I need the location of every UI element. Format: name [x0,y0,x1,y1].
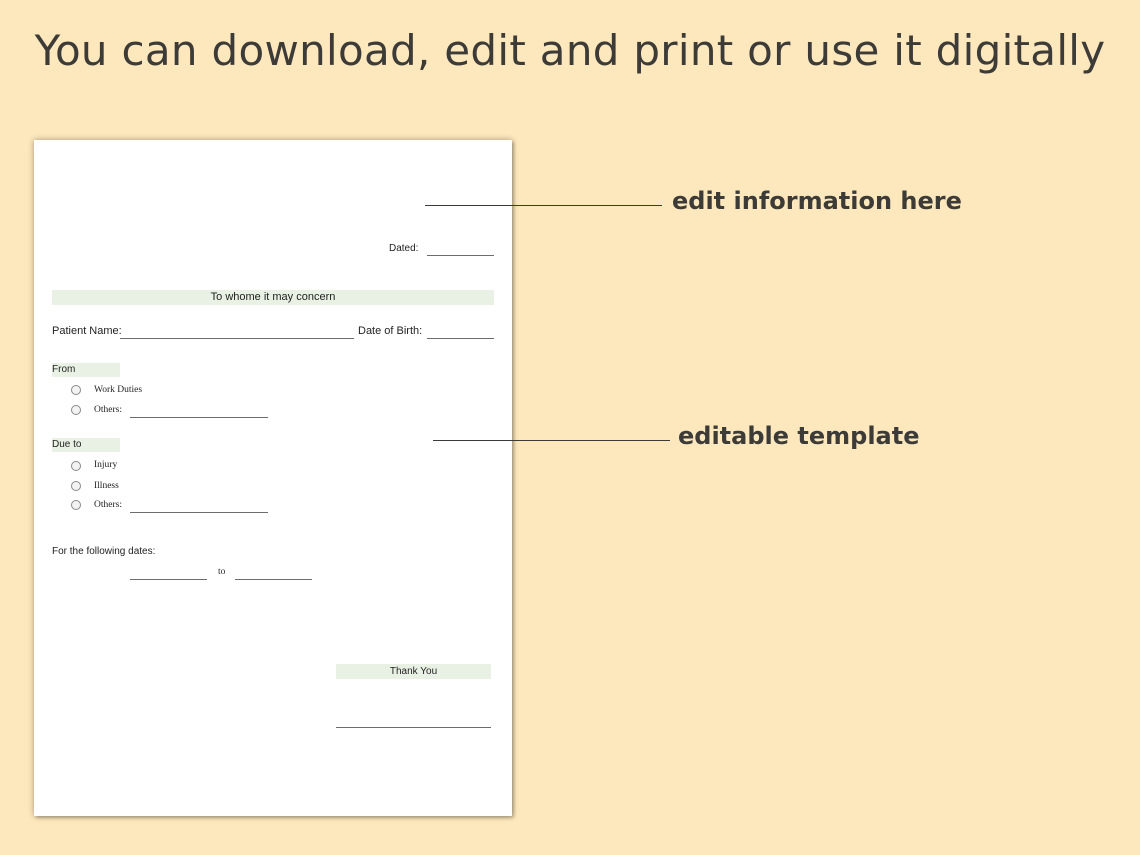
thank-you-text: Thank You [389,666,438,677]
radio-injury[interactable] [71,461,81,471]
radio-from-others[interactable] [71,405,81,415]
dob-label: Date of Birth: [358,325,423,337]
radio-illness[interactable] [71,481,81,491]
edit-info-callout: edit information here [672,187,962,215]
page-headline: You can download, edit and print or use … [34,26,1106,75]
from-others-field[interactable] [130,417,268,418]
edit-info-pointer [425,205,662,206]
due-others-field[interactable] [130,512,268,513]
option-illness: Illness [94,481,119,491]
radio-due-others[interactable] [71,500,81,510]
dates-label: For the following dates: [52,546,156,557]
option-injury: Injury [94,460,118,470]
patient-name-field[interactable] [120,338,354,339]
end-date-field[interactable] [235,579,312,580]
dob-field[interactable] [427,338,494,339]
radio-work-duties[interactable] [71,385,81,395]
form-document: Dated: To whome it may concern Patient N… [34,140,512,816]
due-to-label: Due to [52,439,82,450]
greeting-text: To whome it may concern [210,291,336,303]
option-due-others: Others: [94,500,122,510]
option-work-duties: Work Duties [94,385,143,395]
editable-template-pointer [433,440,670,441]
patient-name-label: Patient Name: [52,325,122,337]
to-label: to [218,567,226,577]
start-date-field[interactable] [130,579,207,580]
editable-template-callout: editable template [678,422,920,450]
dated-label: Dated: [389,243,419,254]
dated-field[interactable] [427,255,494,256]
option-from-others: Others: [94,405,122,415]
signature-line[interactable] [336,727,491,728]
from-label: From [52,364,76,375]
